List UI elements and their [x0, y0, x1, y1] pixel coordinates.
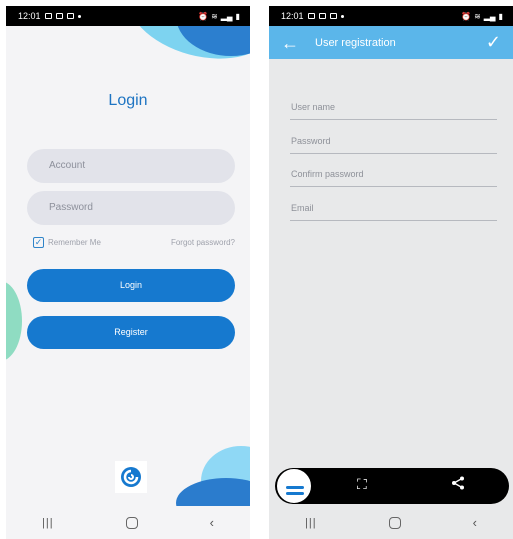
- thumbnail-bar: [286, 486, 304, 489]
- crop-edit-icon[interactable]: ⛶: [357, 476, 367, 493]
- home-icon[interactable]: [388, 516, 401, 529]
- signal-icon: ▂▄: [483, 11, 496, 21]
- notification-icon: [318, 13, 326, 19]
- notification-icon: [44, 13, 52, 19]
- decorative-blob-left: [6, 281, 22, 361]
- email-input[interactable]: Email: [290, 203, 497, 221]
- register-button[interactable]: Register: [27, 316, 235, 349]
- registration-screen: 12:01 ⏰ ≋ ▂▄ ▮ ← User registration ✓ Use…: [269, 6, 513, 539]
- alarm-icon: ⏰: [198, 11, 209, 21]
- thumbnail-bar: [286, 492, 304, 495]
- back-nav-icon[interactable]: ‹: [473, 515, 477, 530]
- battery-icon: ▮: [235, 11, 240, 21]
- forgot-password-link[interactable]: Forgot password?: [171, 238, 235, 247]
- wifi-icon: ≋: [211, 11, 218, 21]
- image-icon: [55, 13, 63, 19]
- status-time: 12:01: [281, 11, 304, 21]
- system-navigation-bar: ||| ‹: [6, 506, 250, 539]
- recents-icon[interactable]: |||: [305, 517, 317, 529]
- status-bar: 12:01 ⏰ ≋ ▂▄ ▮: [6, 6, 250, 26]
- page-title: Login: [108, 92, 148, 109]
- status-bar: 12:01 ⏰ ≋ ▂▄ ▮: [269, 6, 513, 26]
- confirm-password-input[interactable]: Confirm password: [290, 169, 497, 187]
- remember-me-label: Remember Me: [48, 238, 101, 247]
- video-icon: [66, 13, 74, 19]
- recents-icon[interactable]: |||: [42, 517, 54, 529]
- account-input[interactable]: Account: [27, 149, 235, 183]
- username-input[interactable]: User name: [290, 102, 497, 120]
- password-input[interactable]: Password: [290, 136, 497, 154]
- more-notifications-icon: [77, 14, 81, 18]
- status-time: 12:01: [18, 11, 41, 21]
- arrow-left-icon[interactable]: ←: [281, 34, 305, 52]
- app-bar: ← User registration ✓: [269, 26, 513, 59]
- signal-icon: ▂▄: [220, 11, 233, 21]
- battery-icon: ▮: [498, 11, 503, 21]
- remember-me-checkbox[interactable]: ✓ Remember Me: [33, 237, 101, 248]
- home-icon[interactable]: [125, 516, 138, 529]
- back-nav-icon[interactable]: ‹: [210, 515, 214, 530]
- password-input[interactable]: Password: [27, 191, 235, 225]
- alarm-icon: ⏰: [461, 11, 472, 21]
- more-notifications-icon: [340, 14, 344, 18]
- screenshot-toolbar: ⛶: [275, 468, 509, 504]
- app-logo: [115, 461, 147, 493]
- wifi-icon: ≋: [474, 11, 481, 21]
- page-title: User registration: [315, 36, 396, 49]
- screenshot-thumbnail[interactable]: [277, 469, 311, 503]
- share-icon[interactable]: [451, 476, 465, 493]
- check-icon[interactable]: ✓: [486, 32, 501, 53]
- video-icon: [329, 13, 337, 19]
- login-screen: 12:01 ⏰ ≋ ▂▄ ▮ Login Account Password ✓ …: [6, 6, 250, 539]
- app-logo-icon: [121, 467, 141, 487]
- image-icon: [307, 13, 315, 19]
- system-navigation-bar: ||| ‹: [269, 506, 513, 539]
- checkbox-check-icon[interactable]: ✓: [33, 237, 44, 248]
- login-button[interactable]: Login: [27, 269, 235, 302]
